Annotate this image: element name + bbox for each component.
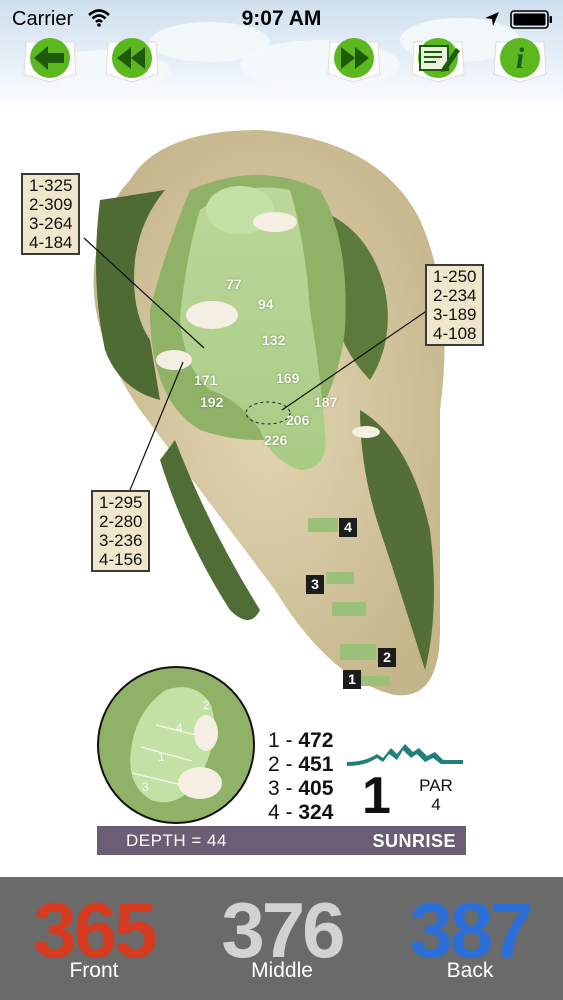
front-distance[interactable]: 365 Front xyxy=(0,877,188,1000)
status-bar: Carrier 9:07 AM xyxy=(0,0,563,36)
hole-map[interactable]: 1-325 2-309 3-264 4-184 1-250 2-234 3-18… xyxy=(0,110,563,700)
scorecard-button[interactable] xyxy=(406,32,470,90)
fairway-bunker xyxy=(186,301,238,329)
tee-yards: 472 xyxy=(298,729,334,752)
tee-box xyxy=(326,572,354,584)
green-depth: DEPTH = 44 xyxy=(126,831,227,850)
info-glyph: i xyxy=(516,42,525,75)
back-button[interactable] xyxy=(18,32,82,90)
previous-hole-button[interactable] xyxy=(100,32,164,90)
green-zone-label: 2 xyxy=(203,698,210,712)
green-zone-label: 3 xyxy=(142,780,149,794)
callout-lower-left: 1-295 2-280 3-236 4-156 xyxy=(91,490,151,572)
tee-box xyxy=(340,644,376,660)
distance-bar: 365 Front 376 Middle 387 Back xyxy=(0,877,563,1000)
fairway-bunker xyxy=(352,426,380,438)
tee-yardage-list: 1 - 472 2 - 451 3 - 405 4 - 324 xyxy=(268,729,333,825)
green-zone-label: 1 xyxy=(158,750,165,764)
tee-box xyxy=(360,676,390,686)
par-label: PAR xyxy=(419,776,453,795)
depth-bar: DEPTH = 44 SUNRISE xyxy=(97,826,466,855)
hole-illustration xyxy=(83,130,445,696)
green-detail-inset[interactable]: 2 4 1 3 xyxy=(96,665,256,825)
yardage-dot: 132 xyxy=(262,332,286,348)
status-time: 9:07 AM xyxy=(241,7,322,30)
par-indicator: PAR 4 xyxy=(419,776,453,814)
yardage-dot: 192 xyxy=(200,394,224,410)
yardage-dot: 171 xyxy=(194,372,218,388)
middle-distance[interactable]: 376 Middle xyxy=(188,877,376,1000)
inset-bunker xyxy=(178,767,222,799)
callout-line: 1-295 xyxy=(99,493,143,512)
tee-prefix: 4 - xyxy=(268,801,293,824)
tee-marker[interactable]: 3 xyxy=(306,575,324,594)
tee-yardage-row: 1 - 472 xyxy=(268,729,333,753)
tee-yards: 405 xyxy=(298,777,334,800)
tee-prefix: 1 - xyxy=(268,729,293,752)
callout-line: 1-325 xyxy=(29,176,73,195)
rewind-icon xyxy=(105,38,159,83)
back-distance-label: Back xyxy=(446,959,494,982)
yardage-dot: 77 xyxy=(226,276,242,292)
info-icon: i xyxy=(493,38,547,83)
fairway-bunker xyxy=(156,350,192,370)
tee-marker[interactable]: 2 xyxy=(378,648,396,667)
callout-line: 3-236 xyxy=(99,531,143,550)
tee-yards: 451 xyxy=(298,753,334,776)
tee-prefix: 3 - xyxy=(268,777,293,800)
next-hole-button[interactable] xyxy=(322,32,386,90)
tee-yardage-row: 4 - 324 xyxy=(268,801,333,825)
callout-line: 2-280 xyxy=(99,512,143,531)
tee-box xyxy=(308,518,338,532)
yardage-dot: 94 xyxy=(258,296,274,312)
callout-line: 4-156 xyxy=(99,550,143,569)
course-name: SUNRISE xyxy=(372,831,456,851)
greenside-bunker xyxy=(253,212,297,232)
yardage-dot: 187 xyxy=(314,394,338,410)
callout-line: 2-309 xyxy=(29,195,73,214)
tee-marker[interactable]: 1 xyxy=(343,670,361,689)
battery-icon xyxy=(510,10,552,29)
yardage-dot: 226 xyxy=(264,432,288,448)
yardage-dot: 169 xyxy=(276,370,300,386)
middle-distance-label: Middle xyxy=(251,959,313,982)
tee-marker[interactable]: 4 xyxy=(339,518,357,537)
location-arrow-icon xyxy=(485,12,499,26)
back-arrow-icon xyxy=(23,38,77,83)
callout-line: 4-108 xyxy=(433,324,477,343)
inset-bunker xyxy=(194,715,218,751)
tee-yards: 324 xyxy=(298,801,334,824)
yardage-dot: 206 xyxy=(286,412,310,428)
tee-yardage-row: 3 - 405 xyxy=(268,777,333,801)
fast-forward-icon xyxy=(327,38,381,83)
app-root: Carrier 9:07 AM i 1-325 2-309 3-264 4-18… xyxy=(0,0,563,1000)
scorecard-pencil-icon xyxy=(411,38,465,83)
course-logo-mountains-icon xyxy=(347,744,463,766)
callout-line: 4-184 xyxy=(29,233,73,252)
callout-line: 1-250 xyxy=(433,267,477,286)
callout-line: 3-189 xyxy=(433,305,477,324)
callout-right: 1-250 2-234 3-189 4-108 xyxy=(425,264,485,346)
tee-prefix: 2 - xyxy=(268,753,293,776)
green-zone-label: 4 xyxy=(176,721,183,735)
tee-yardage-row: 2 - 451 xyxy=(268,753,333,777)
info-button[interactable]: i xyxy=(488,32,552,90)
callout-line: 3-264 xyxy=(29,214,73,233)
back-distance[interactable]: 387 Back xyxy=(376,877,563,1000)
callout-line: 2-234 xyxy=(433,286,477,305)
par-value: 4 xyxy=(431,795,441,814)
tee-box xyxy=(332,602,366,616)
hole-number: 1 xyxy=(362,767,391,825)
front-distance-label: Front xyxy=(69,959,119,982)
callout-upper-left: 1-325 2-309 3-264 4-184 xyxy=(21,173,81,255)
